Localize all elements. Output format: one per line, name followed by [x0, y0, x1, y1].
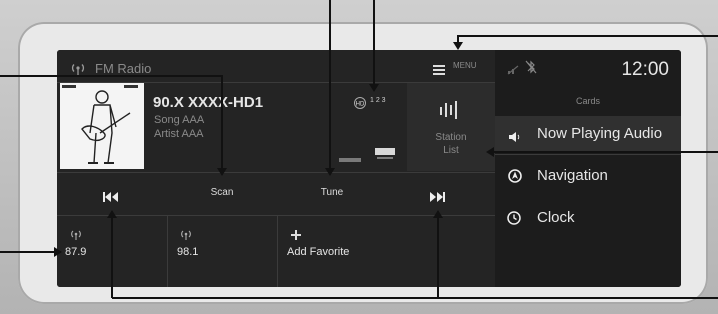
callout-lines	[0, 0, 718, 299]
dashboard-frame: FM Radio MENU 90.X XXXX-HD1 Song AAA Art…	[0, 0, 718, 314]
